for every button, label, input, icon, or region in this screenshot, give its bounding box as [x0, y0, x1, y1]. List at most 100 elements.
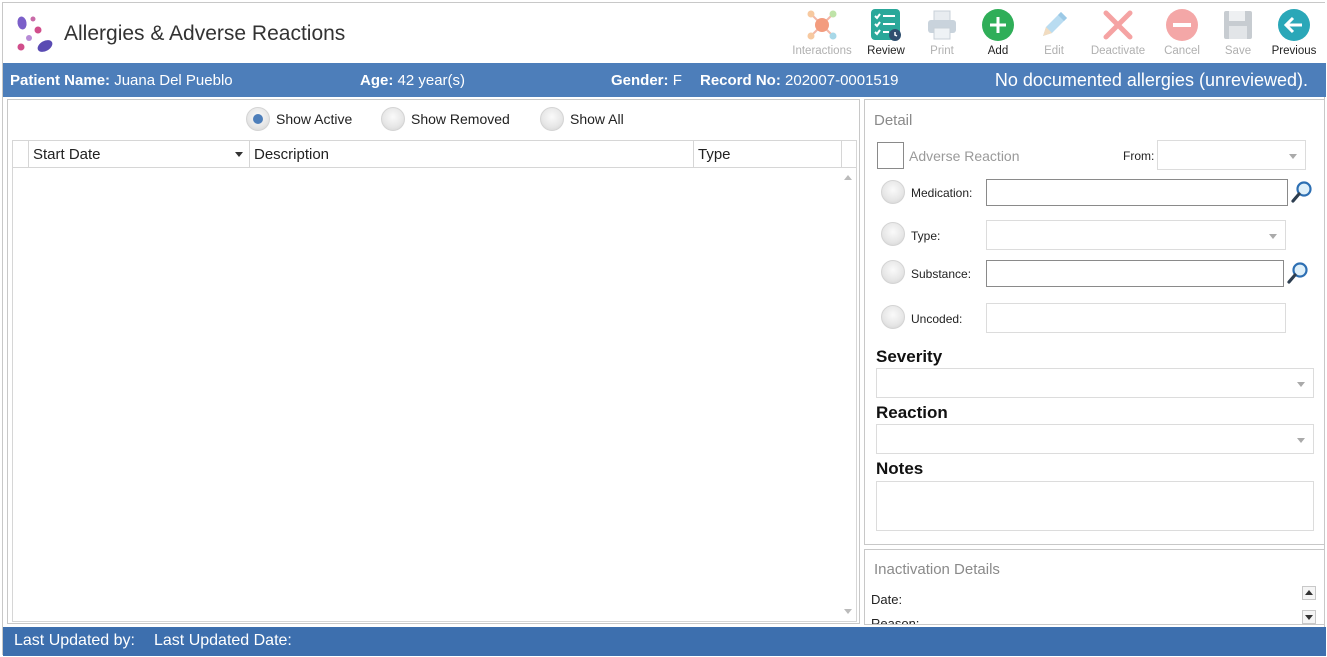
- notes-heading: Notes: [876, 459, 924, 478]
- start-date-column-label: Start Date: [33, 146, 101, 163]
- allergy-list-panel: Show Active Show Removed Show All Start …: [7, 99, 860, 624]
- show-all-radio[interactable]: [540, 107, 564, 131]
- description-column-label: Description: [254, 146, 330, 163]
- description-column-header[interactable]: Description: [250, 141, 694, 168]
- sort-caret-icon[interactable]: [235, 152, 243, 157]
- scroll-down-icon: [1305, 615, 1313, 620]
- deactivate-label: Deactivate: [1090, 45, 1146, 57]
- medication-radio[interactable]: [881, 180, 905, 204]
- show-all-option[interactable]: Show All: [540, 106, 624, 132]
- notes-textarea[interactable]: [876, 481, 1314, 531]
- previous-button[interactable]: Previous: [1266, 5, 1322, 61]
- uncoded-label: Uncoded:: [911, 312, 963, 326]
- show-active-option[interactable]: Show Active: [246, 106, 352, 132]
- inactivation-title: Inactivation Details: [874, 561, 1000, 578]
- app-window: Allergies & Adverse Reactions Interactio…: [2, 2, 1326, 656]
- cancel-label: Cancel: [1164, 45, 1200, 57]
- page-title: Allergies & Adverse Reactions: [64, 22, 346, 45]
- severity-dropdown[interactable]: [876, 368, 1314, 398]
- detail-title: Detail: [874, 112, 913, 129]
- show-active-label: Show Active: [276, 111, 353, 127]
- medication-input[interactable]: [986, 179, 1288, 206]
- patient-name: Patient Name: Juana Del Pueblo: [10, 72, 233, 89]
- print-label: Print: [930, 45, 954, 57]
- show-removed-option[interactable]: Show Removed: [381, 106, 510, 132]
- back-arrow-icon: [1278, 9, 1310, 41]
- medication-label: Medication:: [911, 186, 973, 200]
- deactivate-button[interactable]: Deactivate: [1082, 5, 1154, 61]
- footer-status-bar: Last Updated by: Last Updated Date:: [3, 627, 1326, 656]
- interactions-label: Interactions: [792, 45, 852, 57]
- detail-panel: Detail Adverse Reaction From: Medication…: [864, 99, 1325, 545]
- adverse-reaction-label: Adverse Reaction: [909, 148, 1020, 164]
- uncoded-radio[interactable]: [881, 305, 905, 329]
- inactivation-panel: Inactivation Details Date: Reason:: [864, 549, 1325, 625]
- grid-scrollbar[interactable]: [841, 169, 855, 620]
- type-column-label: Type: [698, 146, 731, 163]
- last-updated-date-label: Last Updated Date:: [154, 632, 292, 649]
- previous-label: Previous: [1271, 45, 1317, 57]
- edit-button[interactable]: Edit: [1026, 5, 1082, 61]
- medication-search-icon[interactable]: [1290, 180, 1314, 204]
- type-column-header[interactable]: Type: [694, 141, 842, 168]
- from-label: From:: [1123, 149, 1155, 163]
- allergy-status: No documented allergies (unreviewed).: [994, 70, 1308, 90]
- add-button[interactable]: Add: [970, 5, 1026, 61]
- reaction-heading: Reaction: [876, 403, 948, 422]
- interactions-button[interactable]: Interactions: [786, 5, 858, 61]
- scroll-up-icon[interactable]: [844, 175, 852, 180]
- patient-banner: Patient Name: Juana Del Pueblo Age: 42 y…: [3, 63, 1326, 97]
- from-dropdown[interactable]: [1157, 140, 1306, 170]
- review-checklist-icon: [871, 9, 901, 41]
- show-removed-radio[interactable]: [381, 107, 405, 131]
- substance-search-icon[interactable]: [1286, 261, 1310, 285]
- patient-record: Record No: 202007-0001519: [700, 72, 898, 89]
- minus-circle-icon: [1166, 9, 1198, 41]
- patient-name-label: Patient Name:: [10, 72, 111, 89]
- substance-radio[interactable]: [881, 260, 905, 284]
- x-mark-icon: [1103, 10, 1133, 40]
- start-date-column-header[interactable]: Start Date: [29, 141, 250, 168]
- last-updated-by-label: Last Updated by:: [14, 632, 135, 649]
- chevron-down-icon: [1289, 154, 1297, 159]
- patient-name-value: Juana Del Pueblo: [114, 72, 233, 89]
- type-label: Type:: [911, 229, 941, 243]
- show-removed-label: Show Removed: [411, 111, 510, 127]
- show-active-radio[interactable]: [246, 107, 270, 131]
- patient-age: Age: 42 year(s): [360, 72, 465, 89]
- chevron-down-icon: [1269, 234, 1277, 239]
- chevron-down-icon: [1297, 382, 1305, 387]
- substance-input[interactable]: [986, 260, 1284, 287]
- review-label: Review: [867, 45, 905, 57]
- age-value: 42 year(s): [397, 72, 466, 89]
- type-dropdown[interactable]: [986, 220, 1286, 250]
- patient-gender: Gender: F: [611, 72, 682, 89]
- type-radio[interactable]: [881, 222, 905, 246]
- record-value: 202007-0001519: [785, 72, 899, 89]
- allergy-grid: Start Date Description Type: [12, 140, 857, 622]
- uncoded-input[interactable]: [986, 303, 1286, 333]
- grid-header: Start Date Description Type: [13, 141, 856, 168]
- gender-value: F: [672, 72, 682, 89]
- interactions-icon: [807, 10, 837, 40]
- inactivation-scroll-down[interactable]: [1302, 610, 1316, 624]
- record-label: Record No:: [700, 72, 781, 89]
- pills-logo-icon: [17, 16, 53, 52]
- inactivation-scroll-up[interactable]: [1302, 586, 1316, 600]
- save-button[interactable]: Save: [1210, 5, 1266, 61]
- printer-icon: [928, 10, 956, 40]
- scroll-down-icon[interactable]: [844, 609, 852, 614]
- chevron-down-icon: [1297, 438, 1305, 443]
- cancel-button[interactable]: Cancel: [1154, 5, 1210, 61]
- age-label: Age:: [360, 72, 394, 89]
- review-button[interactable]: Review: [858, 5, 914, 61]
- header: Allergies & Adverse Reactions Interactio…: [3, 3, 1326, 63]
- reaction-dropdown[interactable]: [876, 424, 1314, 454]
- severity-heading: Severity: [876, 347, 943, 366]
- adverse-reaction-checkbox[interactable]: [877, 142, 904, 169]
- print-button[interactable]: Print: [914, 5, 970, 61]
- inactivation-reason-label: Reason:: [871, 616, 920, 625]
- show-all-label: Show All: [570, 111, 624, 127]
- filter-radio-group: Show Active Show Removed Show All: [8, 106, 859, 132]
- row-selector-header: [13, 141, 29, 168]
